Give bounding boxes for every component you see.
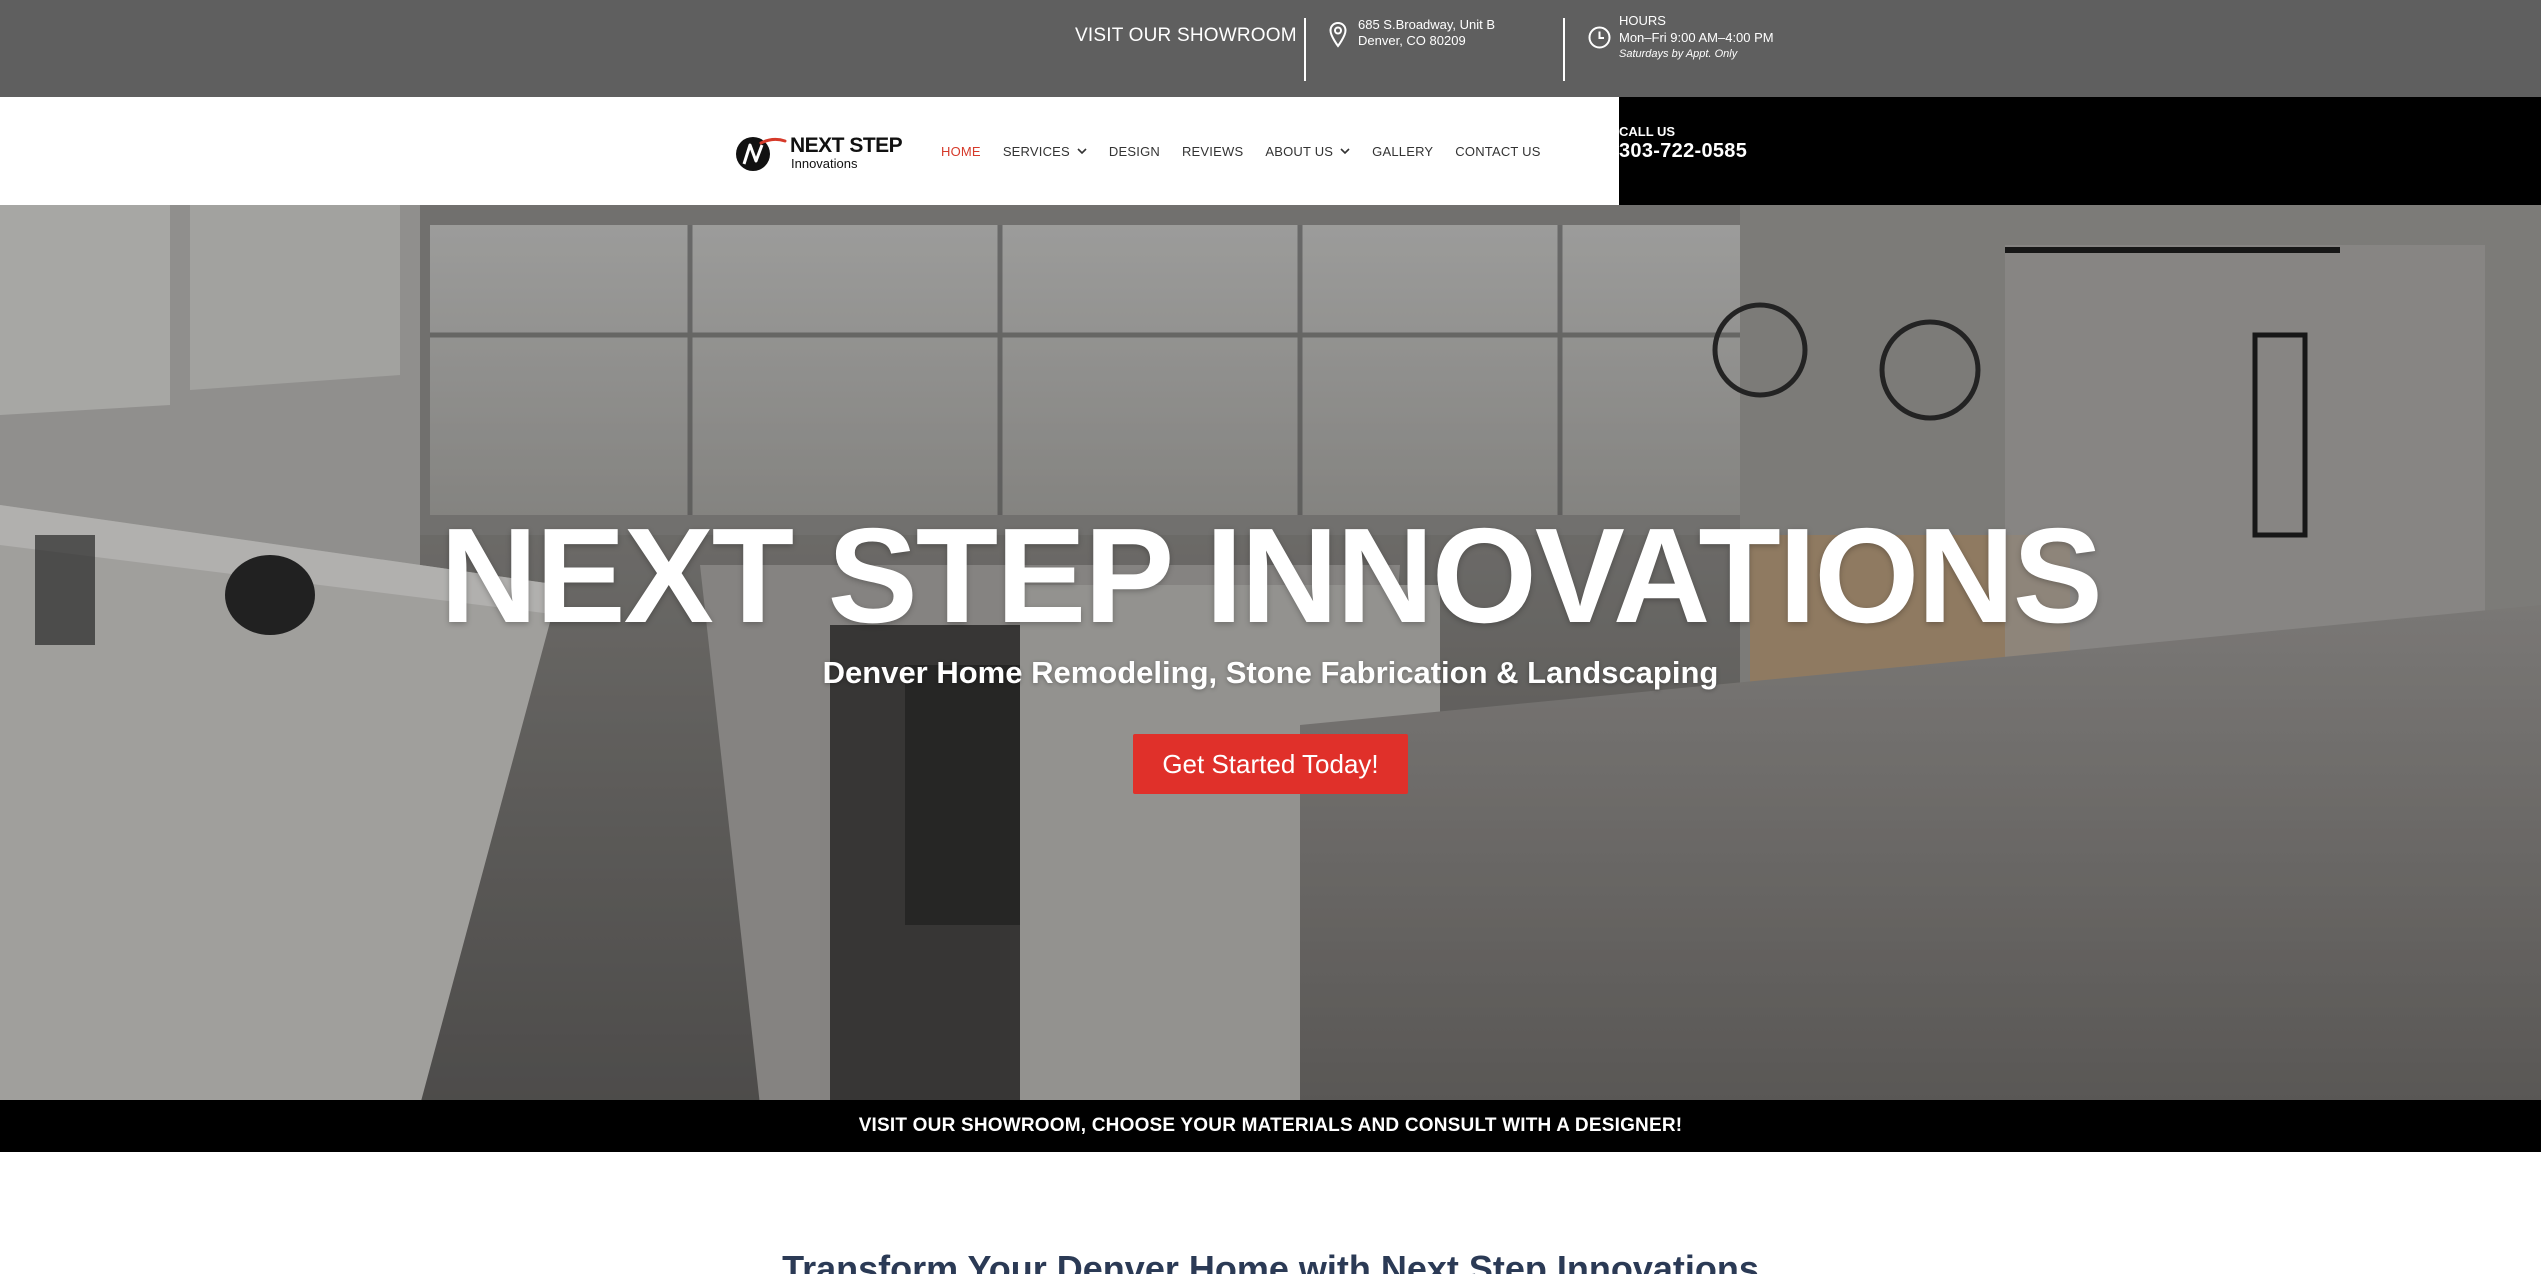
nav-item-label: HOME <box>941 143 981 159</box>
showroom-address[interactable]: 685 S.Broadway, Unit B Denver, CO 80209 <box>1358 17 1495 49</box>
hours-weekdays: Mon–Fri 9:00 AM–4:00 PM <box>1619 30 1774 45</box>
logo-title: NEXT STEP <box>790 134 903 157</box>
nav-item-label: ABOUT US <box>1265 143 1334 159</box>
address-line-2: Denver, CO 80209 <box>1358 33 1466 48</box>
nav-item-reviews[interactable]: REVIEWS <box>1182 144 1243 159</box>
call-us-panel <box>1619 97 2541 205</box>
nav-item-label: REVIEWS <box>1181 143 1244 159</box>
site-header: NEXT STEP Innovations HOME SERVICES DESI… <box>0 97 2541 205</box>
clock-icon <box>1588 26 1611 49</box>
hours-title: HOURS <box>1619 13 1666 28</box>
nav-item-contact-us[interactable]: CONTACT US <box>1455 144 1540 159</box>
hero-title: NEXT STEP INNOVATIONS <box>440 500 2103 651</box>
showroom-banner: VISIT OUR SHOWROOM, CHOOSE YOUR MATERIAL… <box>0 1100 2541 1152</box>
logo-subtitle: Innovations <box>791 156 858 171</box>
hero-overlay <box>0 205 2541 1100</box>
nav-item-label: SERVICES <box>1002 143 1070 159</box>
nav-item-design[interactable]: DESIGN <box>1109 144 1160 159</box>
visit-showroom-link[interactable]: VISIT OUR SHOWROOM <box>1075 25 1297 47</box>
nav-item-label: GALLERY <box>1372 143 1434 159</box>
topbar-divider <box>1304 18 1306 81</box>
hours-saturday-note: Saturdays by Appt. Only <box>1619 48 1738 60</box>
chevron-down-icon <box>1340 147 1350 154</box>
site-logo[interactable]: NEXT STEP Innovations <box>733 133 903 173</box>
call-us-label: CALL US <box>1619 124 1676 139</box>
hero-section: NEXT STEP INNOVATIONS Denver Home Remode… <box>0 205 2541 1100</box>
nav-item-services[interactable]: SERVICES <box>1003 144 1087 159</box>
showroom-banner-text: VISIT OUR SHOWROOM, CHOOSE YOUR MATERIAL… <box>858 1115 1683 1136</box>
map-pin-icon <box>1329 22 1347 48</box>
top-info-bar: VISIT OUR SHOWROOM 685 S.Broadway, Unit … <box>0 0 2541 97</box>
business-hours: HOURS Mon–Fri 9:00 AM–4:00 PM Saturdays … <box>1619 12 1774 63</box>
nav-item-label: CONTACT US <box>1455 143 1541 159</box>
logo-mark-icon <box>736 137 787 171</box>
nav-item-gallery[interactable]: GALLERY <box>1372 144 1433 159</box>
nav-item-about-us[interactable]: ABOUT US <box>1265 144 1350 159</box>
section-title: Transform Your Denver Home with Next Ste… <box>782 1248 1759 1274</box>
topbar-divider <box>1563 18 1565 81</box>
nav-item-label: DESIGN <box>1108 143 1160 159</box>
hero-subtitle: Denver Home Remodeling, Stone Fabricatio… <box>822 655 1719 690</box>
get-started-button[interactable]: Get Started Today! <box>1133 734 1408 794</box>
main-nav: HOME SERVICES DESIGN REVIEWS ABOUT US GA… <box>941 97 1563 205</box>
phone-number-link[interactable]: 303-722-0585 <box>1619 140 1747 163</box>
chevron-down-icon <box>1077 147 1087 154</box>
nav-item-home[interactable]: HOME <box>941 144 981 159</box>
address-line-1: 685 S.Broadway, Unit B <box>1358 17 1496 32</box>
